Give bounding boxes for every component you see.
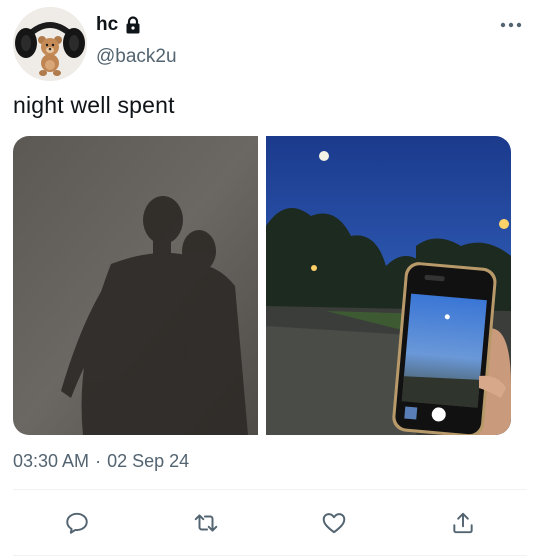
avatar[interactable] [13,7,87,81]
divider [13,555,527,556]
tweet-date: 02 Sep 24 [107,451,190,471]
tweet-time: 03:30 AM [13,451,90,471]
night-phone-photo[interactable] [266,136,511,435]
user-handle[interactable]: @back2u [96,46,177,68]
author-name-row: hc [96,14,142,36]
teddy-bear-avatar-image [13,7,87,81]
heart-icon [322,513,346,534]
shadow-photo[interactable] [13,136,258,435]
timestamp-separator: · [95,451,102,471]
tweet: hc @back2u night well spent 03:30 AM · 0… [0,0,540,558]
tweet-timestamp[interactable]: 03:30 AM · 02 Sep 24 [13,451,189,472]
display-name[interactable]: hc [96,14,118,36]
share-button[interactable] [443,503,483,543]
reply-button[interactable] [57,503,97,543]
speech-bubble-icon [66,512,88,534]
media-grid [13,136,511,435]
tweet-text: night well spent [13,92,175,118]
action-bar [13,498,527,548]
retweet-icon [194,514,218,532]
divider [13,489,527,490]
like-button[interactable] [314,503,354,543]
retweet-button[interactable] [186,503,226,543]
more-options-icon[interactable] [497,14,525,36]
share-icon [453,512,473,534]
lock-icon [124,16,142,34]
